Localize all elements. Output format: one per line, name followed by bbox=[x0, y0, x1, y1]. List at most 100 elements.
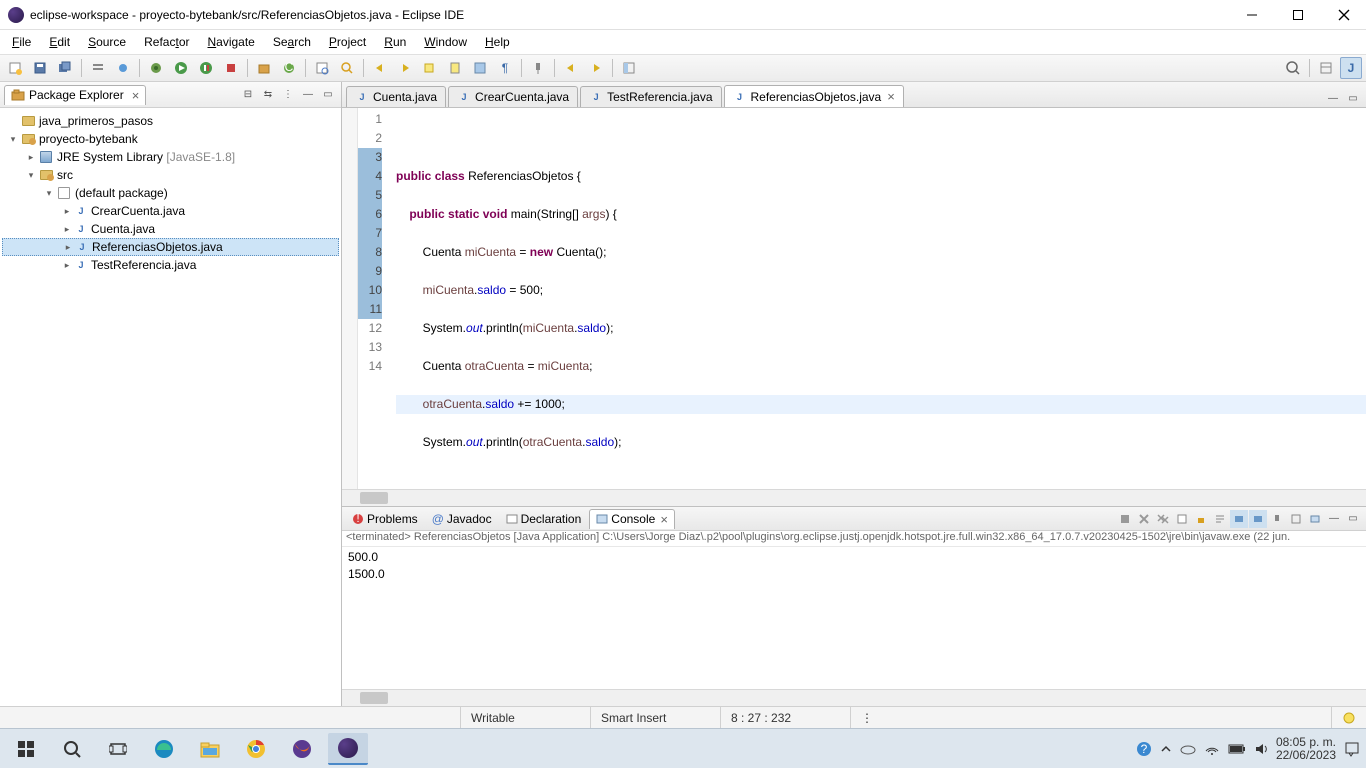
save-all-button[interactable] bbox=[54, 57, 76, 79]
status-menu-icon[interactable]: ⋮ bbox=[850, 707, 871, 728]
help-tray-icon[interactable]: ? bbox=[1136, 741, 1152, 757]
tree-src[interactable]: ▾ src bbox=[2, 166, 339, 184]
eclipse-taskbar-icon[interactable] bbox=[328, 733, 368, 765]
annotation-prev-button[interactable] bbox=[369, 57, 391, 79]
menu-source[interactable]: Source bbox=[80, 33, 134, 51]
menu-search[interactable]: Search bbox=[265, 33, 319, 51]
volume-icon[interactable] bbox=[1254, 742, 1268, 756]
wifi-icon[interactable] bbox=[1204, 743, 1220, 755]
twisty-expanded-icon[interactable]: ▾ bbox=[42, 188, 56, 199]
menu-project[interactable]: Project bbox=[321, 33, 374, 51]
twisty-collapsed-icon[interactable]: ▸ bbox=[60, 224, 74, 235]
tree-jre[interactable]: ▸ JRE System Library [JavaSE-1.8] bbox=[2, 148, 339, 166]
menu-edit[interactable]: Edit bbox=[41, 33, 78, 51]
tree-file[interactable]: ▸ J TestReferencia.java bbox=[2, 256, 339, 274]
tree-file[interactable]: ▸ J CrearCuenta.java bbox=[2, 202, 339, 220]
package-tree[interactable]: java_primeros_pasos ▾ proyecto-bytebank … bbox=[0, 108, 341, 706]
display-button[interactable] bbox=[1287, 510, 1305, 528]
maximize-view-button[interactable]: ▭ bbox=[319, 86, 337, 104]
scroll-lock-button[interactable] bbox=[1192, 510, 1210, 528]
start-button[interactable] bbox=[6, 733, 46, 765]
firefox-icon[interactable] bbox=[282, 733, 322, 765]
minimize-button[interactable] bbox=[1238, 5, 1266, 25]
run-button[interactable] bbox=[170, 57, 192, 79]
tree-file[interactable]: ▸ J Cuenta.java bbox=[2, 220, 339, 238]
editor-tab[interactable]: J CrearCuenta.java bbox=[448, 86, 578, 107]
tab-javadoc[interactable]: @ Javadoc bbox=[426, 510, 498, 528]
link-editor-button[interactable]: ⇆ bbox=[259, 86, 277, 104]
editor-tab[interactable]: J Cuenta.java bbox=[346, 86, 446, 107]
menu-help[interactable]: Help bbox=[477, 33, 518, 51]
show-console-button[interactable] bbox=[1230, 510, 1248, 528]
terminate-button[interactable] bbox=[1116, 510, 1134, 528]
tab-console[interactable]: Console × bbox=[589, 509, 675, 529]
tree-project[interactable]: ▾ proyecto-bytebank bbox=[2, 130, 339, 148]
show-whitespace-button[interactable]: ¶ bbox=[494, 57, 516, 79]
search-button[interactable] bbox=[336, 57, 358, 79]
new-package-button[interactable] bbox=[253, 57, 275, 79]
twisty-collapsed-icon[interactable]: ▸ bbox=[24, 152, 38, 163]
remove-launch-button[interactable] bbox=[1135, 510, 1153, 528]
show-stdout-button[interactable] bbox=[1249, 510, 1267, 528]
editor-hscroll[interactable] bbox=[342, 489, 1366, 506]
maximize-button[interactable] bbox=[1284, 5, 1312, 25]
console-hscroll[interactable] bbox=[342, 689, 1366, 706]
battery-icon[interactable] bbox=[1228, 744, 1246, 754]
annotation-ruler[interactable] bbox=[342, 108, 358, 489]
clear-console-button[interactable] bbox=[1173, 510, 1191, 528]
word-wrap-button[interactable] bbox=[1211, 510, 1229, 528]
onedrive-icon[interactable] bbox=[1180, 743, 1196, 755]
chrome-icon[interactable] bbox=[236, 733, 276, 765]
block-select-button[interactable] bbox=[469, 57, 491, 79]
explorer-icon[interactable] bbox=[190, 733, 230, 765]
tab-problems[interactable]: ! Problems bbox=[346, 510, 424, 528]
java-perspective-button[interactable]: J bbox=[1340, 57, 1362, 79]
twisty-collapsed-icon[interactable]: ▸ bbox=[60, 206, 74, 217]
close-icon[interactable]: × bbox=[660, 512, 668, 527]
menu-file[interactable]: File bbox=[4, 33, 39, 51]
open-type-button[interactable] bbox=[311, 57, 333, 79]
edge-icon[interactable] bbox=[144, 733, 184, 765]
last-edit-button[interactable] bbox=[419, 57, 441, 79]
minimize-view-button[interactable]: — bbox=[299, 86, 317, 104]
close-icon[interactable]: × bbox=[887, 89, 895, 104]
save-button[interactable] bbox=[29, 57, 51, 79]
tree-project[interactable]: java_primeros_pasos bbox=[2, 112, 339, 130]
collapse-all-button[interactable]: ⊟ bbox=[239, 86, 257, 104]
line-gutter[interactable]: 1 2 3 4 5 6 7 8 9 10 11 12 13 14 bbox=[358, 108, 388, 489]
tray-clock[interactable]: 08:05 p. m. 22/06/2023 bbox=[1276, 736, 1336, 762]
new-class-button[interactable]: C bbox=[278, 57, 300, 79]
menu-navigate[interactable]: Navigate bbox=[199, 33, 262, 51]
perspective-customize-button[interactable] bbox=[618, 57, 640, 79]
toggle-breadcrumb-button[interactable] bbox=[87, 57, 109, 79]
new-button[interactable] bbox=[4, 57, 26, 79]
package-explorer-tab[interactable]: Package Explorer × bbox=[4, 85, 146, 105]
notifications-icon[interactable] bbox=[1344, 741, 1360, 757]
system-tray[interactable]: ? 08:05 p. m. 22/06/2023 bbox=[1136, 736, 1360, 762]
menu-run[interactable]: Run bbox=[376, 33, 414, 51]
twisty-expanded-icon[interactable]: ▾ bbox=[6, 134, 20, 145]
maximize-editor-button[interactable]: ▭ bbox=[1344, 89, 1362, 107]
external-tools-button[interactable] bbox=[220, 57, 242, 79]
code-content[interactable]: public class ReferenciasObjetos { public… bbox=[388, 108, 1366, 489]
toggle-mark-button[interactable] bbox=[444, 57, 466, 79]
minimize-editor-button[interactable]: — bbox=[1324, 89, 1342, 107]
skip-breakpoints-button[interactable] bbox=[112, 57, 134, 79]
annotation-next-button[interactable] bbox=[394, 57, 416, 79]
forward-button[interactable] bbox=[585, 57, 607, 79]
taskview-button[interactable] bbox=[98, 733, 138, 765]
close-button[interactable] bbox=[1330, 5, 1358, 25]
tip-icon[interactable] bbox=[1331, 707, 1366, 728]
tree-package[interactable]: ▾ (default package) bbox=[2, 184, 339, 202]
open-console-button[interactable] bbox=[1306, 510, 1324, 528]
minimize-view-button[interactable]: — bbox=[1325, 510, 1343, 528]
menu-refactor[interactable]: Refactor bbox=[136, 33, 197, 51]
debug-button[interactable] bbox=[145, 57, 167, 79]
back-button[interactable] bbox=[560, 57, 582, 79]
pin-button[interactable] bbox=[527, 57, 549, 79]
coverage-button[interactable] bbox=[195, 57, 217, 79]
search-button[interactable] bbox=[52, 733, 92, 765]
tree-file-selected[interactable]: ▸ J ReferenciasObjetos.java bbox=[2, 238, 339, 256]
maximize-view-button[interactable]: ▭ bbox=[1344, 510, 1362, 528]
menu-window[interactable]: Window bbox=[416, 33, 475, 51]
